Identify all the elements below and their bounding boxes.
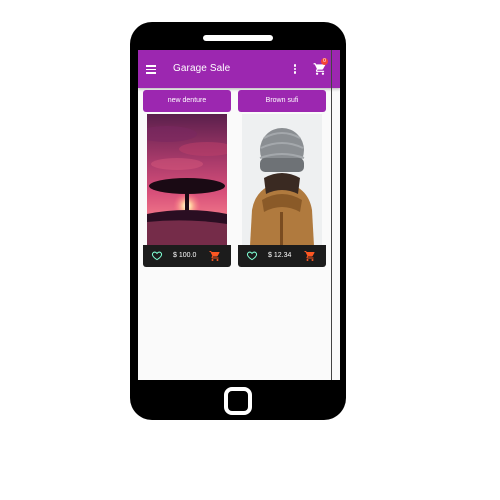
phone-speaker [203, 35, 273, 41]
hamburger-menu-icon[interactable] [146, 65, 156, 74]
sunset-tree-image [147, 114, 227, 246]
phone-screen: Garage Sale 0 new denture $ 100.0 Brown … [138, 50, 340, 380]
product-footer: $ 100.0 [143, 245, 231, 267]
cart-button[interactable]: 0 [313, 58, 328, 76]
add-shopping-cart-icon[interactable] [209, 250, 221, 262]
mockup-stage: Garage Sale 0 new denture $ 100.0 Brown … [0, 0, 500, 500]
product-price: $ 12.34 [268, 252, 292, 259]
cart-count-badge: 0 [321, 58, 328, 65]
product-image-sunset-tree[interactable] [147, 114, 227, 246]
product-card[interactable]: Brown sufi $ 12.34 [238, 90, 326, 270]
heart-outline-icon[interactable] [246, 250, 258, 261]
product-price: $ 100.0 [173, 252, 197, 259]
product-name[interactable]: Brown sufi [238, 90, 326, 112]
add-shopping-cart-icon[interactable] [304, 250, 316, 262]
screen-scrollbar[interactable] [331, 50, 332, 380]
product-footer: $ 12.34 [238, 245, 326, 267]
more-options-icon[interactable] [293, 64, 297, 76]
product-name[interactable]: new denture [143, 90, 231, 112]
home-button[interactable] [224, 387, 252, 415]
app-bar: Garage Sale 0 [138, 50, 340, 88]
app-title: Garage Sale [173, 63, 231, 74]
product-image-knit-hat-person[interactable] [242, 114, 322, 246]
heart-outline-icon[interactable] [151, 250, 163, 261]
product-card[interactable]: new denture $ 100.0 [143, 90, 231, 270]
knit-hat-person-image [242, 114, 322, 246]
